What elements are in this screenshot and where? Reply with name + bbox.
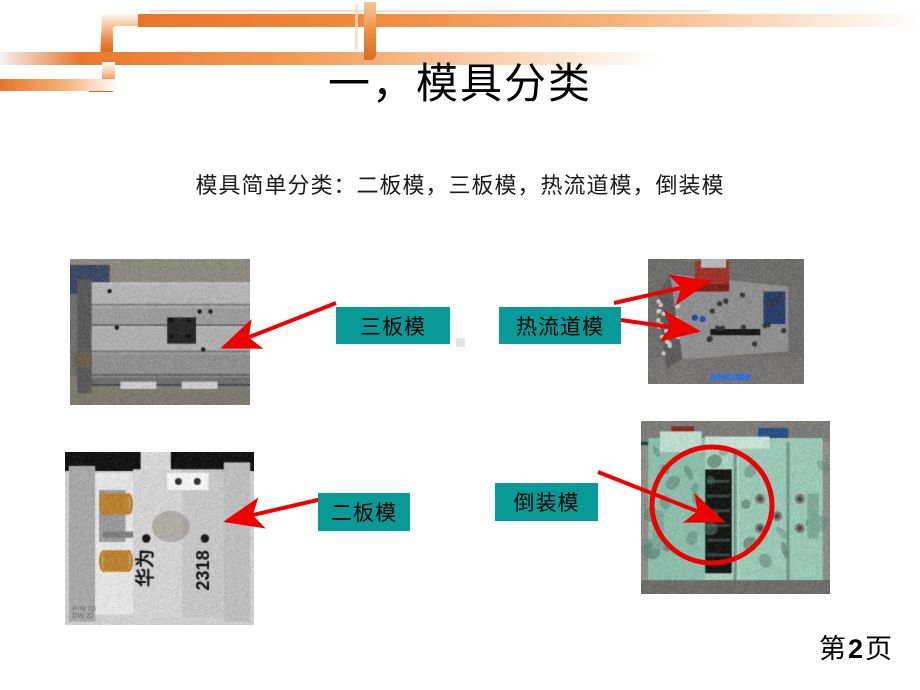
inverted-mold-photo bbox=[641, 421, 830, 594]
two-plate-mold-photo bbox=[65, 452, 254, 625]
selection-handle-artifact bbox=[456, 338, 465, 347]
inverted-mold-photo-canvas bbox=[641, 421, 830, 594]
callout-hot-runner-mold[interactable]: 热流道模 bbox=[499, 307, 621, 344]
callout-three-plate-mold[interactable]: 三板模 bbox=[336, 307, 450, 344]
slide-canvas: 一，模具分类 模具简单分类：二板模，三板模，热流道模，倒装模 三板模 热流道模 … bbox=[0, 0, 920, 690]
three-plate-mold-photo-canvas bbox=[70, 259, 250, 405]
callout-inverted-mold[interactable]: 倒装模 bbox=[495, 483, 598, 521]
three-plate-mold-photo bbox=[70, 259, 250, 405]
slide-subtitle: 模具简单分类：二板模，三板模，热流道模，倒装模 bbox=[195, 174, 725, 199]
hot-runner-mold-photo-canvas bbox=[648, 259, 804, 384]
slide-title: 一，模具分类 bbox=[327, 59, 592, 108]
page-number: 第2页 bbox=[819, 633, 892, 666]
page-number-prefix: 第 bbox=[818, 634, 846, 665]
two-plate-mold-photo-canvas bbox=[65, 452, 254, 625]
page-number-suffix: 页 bbox=[865, 634, 892, 665]
callout-two-plate-mold[interactable]: 二板模 bbox=[318, 493, 410, 531]
hot-runner-mold-photo bbox=[648, 259, 804, 384]
page-number-value: 2 bbox=[847, 634, 863, 664]
